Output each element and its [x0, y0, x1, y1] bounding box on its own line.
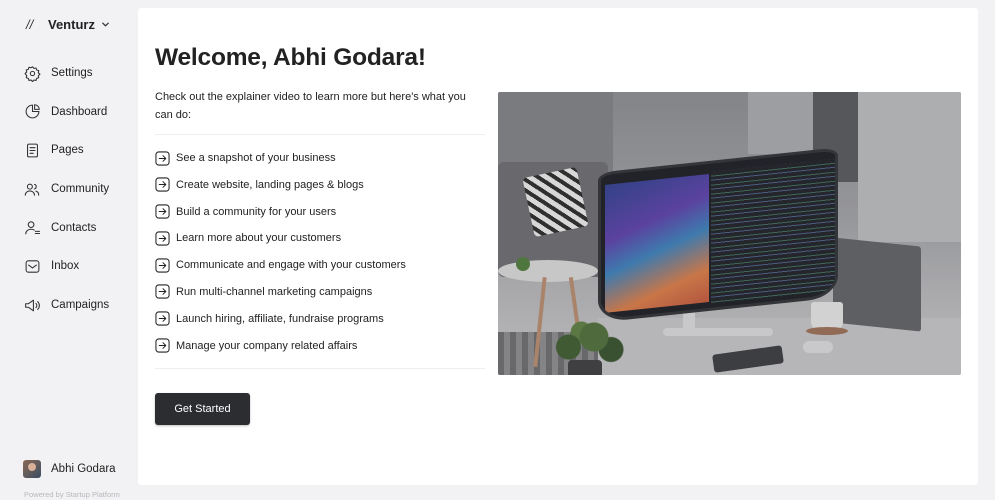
feature-text: Build a community for your users — [176, 205, 337, 218]
divider — [155, 134, 485, 135]
arrow-right-square-icon — [155, 177, 170, 192]
gear-icon — [23, 64, 41, 82]
arrow-right-square-icon — [155, 150, 170, 166]
list-item: Learn more about your customers — [155, 229, 406, 247]
contact-icon — [23, 219, 41, 237]
workspace-switcher[interactable]: // Venturz — [26, 15, 110, 33]
list-item: Communicate and engage with your custome… — [155, 256, 406, 274]
list-item: Launch hiring, affiliate, fundraise prog… — [155, 310, 406, 328]
sidebar-item-contacts[interactable]: Contacts — [23, 217, 109, 239]
feature-text: Learn more about your customers — [176, 232, 342, 245]
document-icon — [23, 141, 41, 159]
list-item: Run multi-channel marketing campaigns — [155, 283, 406, 301]
avatar — [23, 460, 41, 478]
sidebar: // Venturz Settings Dashboard Pages Comm… — [0, 0, 137, 500]
feature-text: Create website, landing pages & blogs — [176, 178, 364, 191]
sidebar-item-pages[interactable]: Pages — [23, 139, 109, 161]
megaphone-icon — [23, 296, 41, 314]
inbox-icon — [23, 257, 41, 275]
divider — [155, 368, 485, 369]
list-item: See a snapshot of your business — [155, 149, 406, 167]
arrow-right-square-icon — [155, 284, 170, 300]
list-item: Create website, landing pages & blogs — [155, 176, 406, 194]
brand-logo: // — [26, 16, 34, 32]
sidebar-item-settings[interactable]: Settings — [23, 62, 109, 84]
feature-text: Launch hiring, affiliate, fundraise prog… — [176, 312, 384, 325]
intro-text: Check out the explainer video to learn m… — [155, 91, 466, 121]
app-window: // Venturz Settings Dashboard Pages Comm… — [0, 0, 995, 500]
list-item: Manage your company related affairs — [155, 337, 406, 355]
sidebar-item-campaigns[interactable]: Campaigns — [23, 294, 109, 316]
feature-text: Manage your company related affairs — [176, 339, 358, 352]
chevron-down-icon — [101, 20, 110, 29]
sidebar-item-community[interactable]: Community — [23, 178, 109, 200]
sidebar-nav: Settings Dashboard Pages Community Conta… — [23, 62, 109, 333]
feature-list: See a snapshot of your business Create w… — [155, 149, 406, 363]
brand-name: Venturz — [48, 16, 95, 32]
arrow-right-square-icon — [155, 311, 170, 326]
sidebar-item-dashboard[interactable]: Dashboard — [23, 101, 109, 123]
sidebar-item-label: Campaigns — [51, 299, 110, 312]
main-panel: Welcome, Abhi Godara! Check out the expl… — [138, 8, 978, 485]
arrow-right-square-icon — [155, 231, 170, 246]
get-started-button[interactable]: Get Started — [155, 393, 250, 425]
users-icon — [23, 180, 41, 198]
user-name: Abhi Godara — [51, 463, 116, 475]
powered-by-text: Powered by Startup Platform — [24, 490, 120, 499]
feature-text: Run multi-channel marketing campaigns — [176, 285, 373, 298]
feature-text: See a snapshot of your business — [176, 152, 336, 164]
user-profile[interactable]: Abhi Godara — [23, 460, 116, 478]
page-title: Welcome, Abhi Godara! — [155, 44, 426, 71]
sidebar-item-label: Dashboard — [51, 105, 108, 118]
sidebar-item-label: Community — [51, 183, 110, 196]
sidebar-item-label: Pages — [51, 144, 84, 157]
sidebar-item-label: Settings — [51, 67, 93, 79]
arrow-right-square-icon — [155, 258, 170, 273]
list-item: Build a community for your users — [155, 203, 406, 221]
sidebar-item-label: Inbox — [51, 260, 80, 273]
arrow-right-square-icon — [155, 338, 170, 353]
hero-image — [498, 92, 961, 375]
pie-chart-icon — [23, 103, 41, 121]
sidebar-item-label: Contacts — [51, 221, 97, 234]
feature-text: Communicate and engage with your custome… — [176, 259, 406, 272]
sidebar-item-inbox[interactable]: Inbox — [23, 255, 109, 277]
arrow-right-square-icon — [155, 204, 170, 219]
